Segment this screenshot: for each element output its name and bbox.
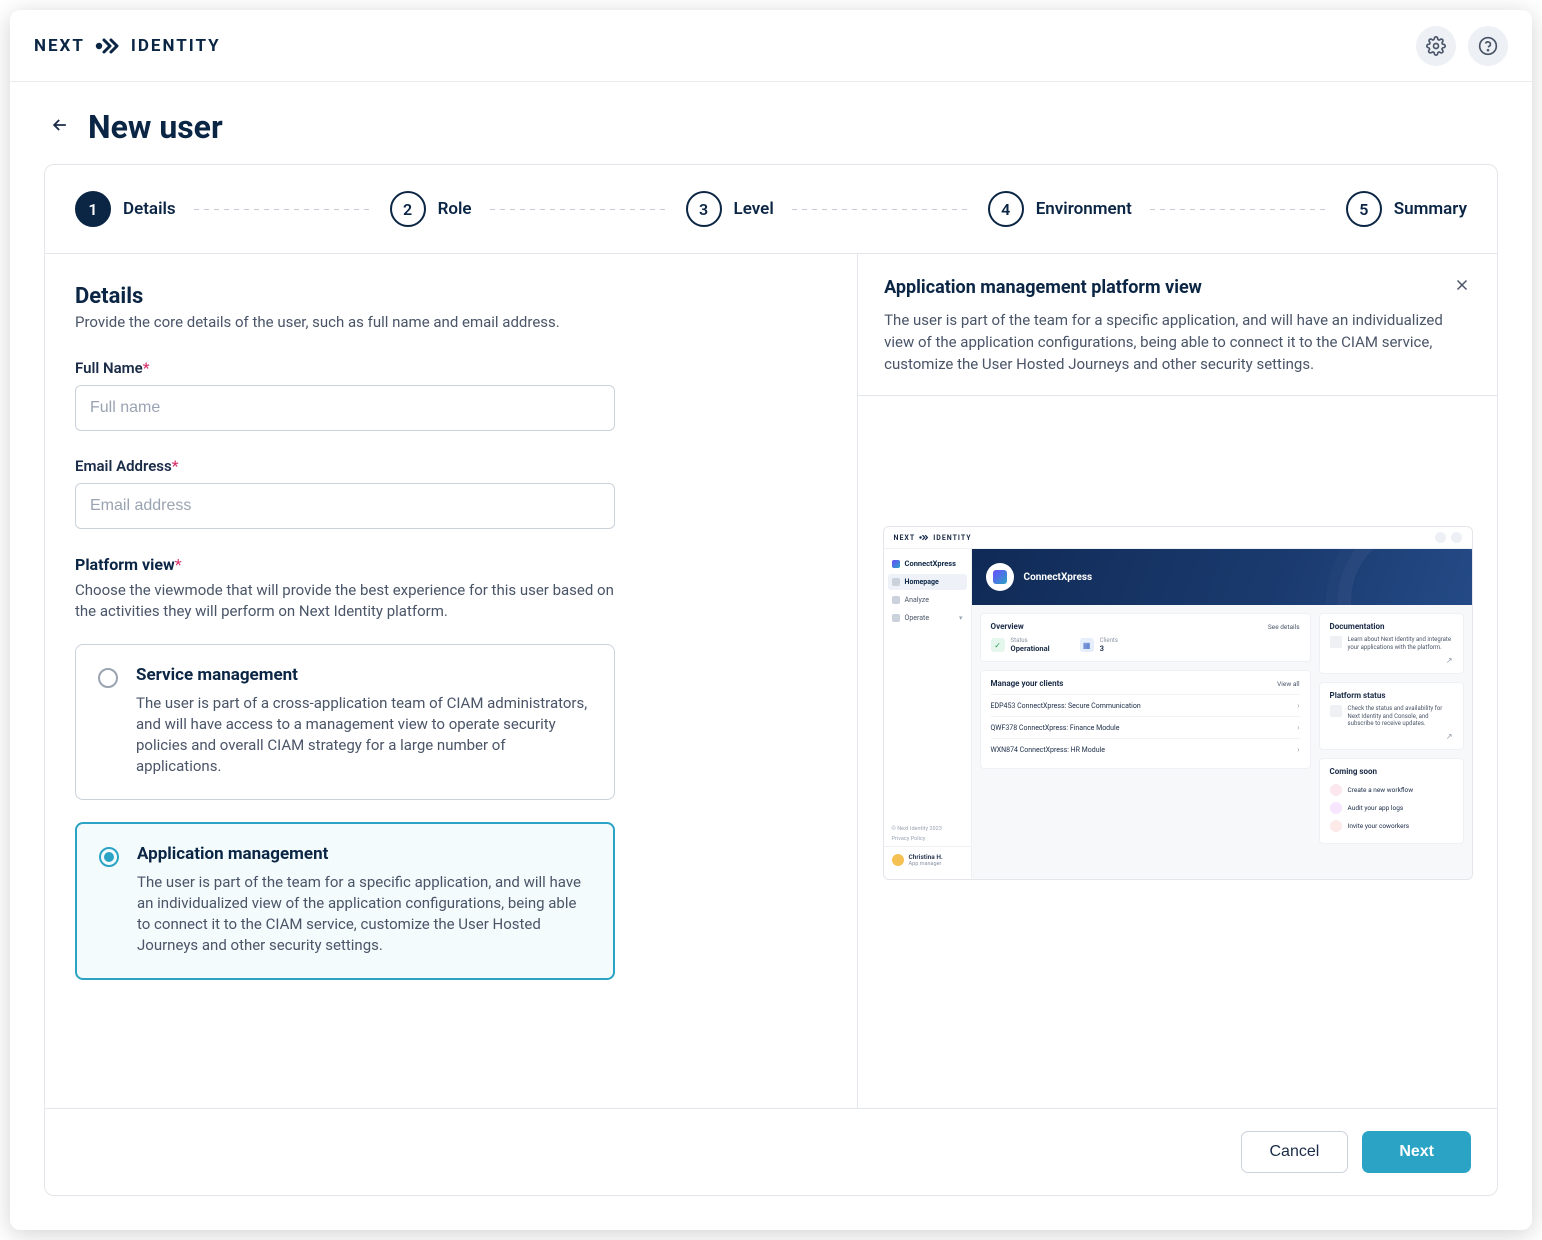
full-name-input[interactable]	[75, 385, 615, 431]
gear-icon	[1426, 36, 1446, 56]
option-desc: The user is part of the team for a speci…	[137, 872, 591, 956]
section-title: Details	[75, 284, 827, 309]
workflow-icon	[1330, 784, 1342, 796]
platform-view-label: Platform view	[75, 555, 175, 574]
full-name-label: Full Name*	[75, 359, 615, 377]
preview-description: The user is part of the team for a speci…	[858, 310, 1497, 396]
preview-brand: NEXT IDENTITY	[894, 534, 972, 542]
preview-overview-card: OverviewSee details ✓StatusOperational ▦…	[980, 613, 1311, 662]
preview-panel: Application management platform view The…	[858, 254, 1497, 1108]
help-icon	[1451, 532, 1462, 543]
book-icon	[1330, 636, 1342, 648]
cancel-button[interactable]: Cancel	[1241, 1131, 1349, 1173]
header: NEXT IDENTITY	[10, 10, 1532, 82]
preview-user: Christina H. App manager	[884, 846, 971, 873]
preview-nav-item: Analyze	[884, 592, 971, 608]
chevron-right-icon: ›	[1297, 723, 1299, 732]
external-link-icon: ↗	[1330, 732, 1453, 741]
form-footer: Cancel Next	[45, 1108, 1497, 1195]
chart-icon	[892, 596, 900, 604]
audit-icon	[1330, 802, 1342, 814]
stepper: 1 Details 2 Role 3 Level 4 Environment 5…	[45, 165, 1497, 254]
email-label: Email Address*	[75, 457, 615, 475]
next-button[interactable]: Next	[1362, 1131, 1471, 1173]
gear-icon	[1435, 532, 1446, 543]
option-title: Application management	[137, 844, 591, 864]
step-environment[interactable]: 4 Environment	[988, 191, 1132, 227]
form-panel: Details Provide the core details of the …	[45, 254, 858, 1108]
heartbeat-icon	[1330, 705, 1342, 717]
external-link-icon: ↗	[1330, 656, 1453, 665]
home-icon	[892, 578, 900, 586]
preview-coming-soon-card: Coming soon Create a new workflow Audit …	[1319, 758, 1464, 844]
app-logo-icon	[993, 570, 1007, 584]
check-icon: ✓	[991, 638, 1005, 652]
grid-icon: ▦	[1080, 638, 1094, 652]
help-icon	[1478, 36, 1498, 56]
preview-nav-item: Operate▾	[884, 610, 971, 626]
option-title: Service management	[136, 665, 592, 685]
back-button[interactable]	[50, 115, 70, 139]
section-subtitle: Provide the core details of the user, su…	[75, 313, 827, 331]
preview-app-switcher: ConnectXpress	[884, 555, 971, 572]
app-preview: NEXT IDENTITY ConnectXpress Homepage	[883, 526, 1473, 880]
step-summary[interactable]: 5 Summary	[1346, 191, 1467, 227]
step-role[interactable]: 2 Role	[390, 191, 472, 227]
close-icon	[1453, 276, 1471, 294]
preview-title: Application management platform view	[884, 277, 1202, 298]
sliders-icon	[892, 614, 900, 622]
preview-clients-card: Manage your clientsView all EDP453 Conne…	[980, 670, 1311, 769]
option-application-management[interactable]: Application management The user is part …	[75, 822, 615, 980]
brand-logo: NEXT IDENTITY	[34, 36, 221, 56]
radio-icon	[99, 847, 119, 867]
platform-view-help: Choose the viewmode that will provide th…	[75, 580, 635, 622]
chevron-right-icon: ›	[1297, 745, 1299, 754]
preview-documentation-card: Documentation Learn about Next Identity …	[1319, 613, 1464, 674]
brand-icon	[95, 37, 121, 55]
step-level[interactable]: 3 Level	[686, 191, 774, 227]
option-service-management[interactable]: Service management The user is part of a…	[75, 644, 615, 800]
radio-icon	[98, 668, 118, 688]
help-button[interactable]	[1468, 26, 1508, 66]
email-input[interactable]	[75, 483, 615, 529]
close-preview-button[interactable]	[1453, 276, 1471, 298]
preview-status-card: Platform status Check the status and ava…	[1319, 682, 1464, 750]
invite-icon	[1330, 820, 1342, 832]
preview-hero: ConnectXpress	[972, 549, 1472, 605]
settings-button[interactable]	[1416, 26, 1456, 66]
arrow-left-icon	[50, 115, 70, 135]
avatar-icon	[892, 854, 904, 866]
preview-nav-item: Homepage	[888, 574, 967, 590]
page-title: New user	[88, 108, 223, 146]
step-details[interactable]: 1 Details	[75, 191, 176, 227]
chevron-right-icon: ›	[1297, 701, 1299, 710]
option-desc: The user is part of a cross-application …	[136, 693, 592, 777]
